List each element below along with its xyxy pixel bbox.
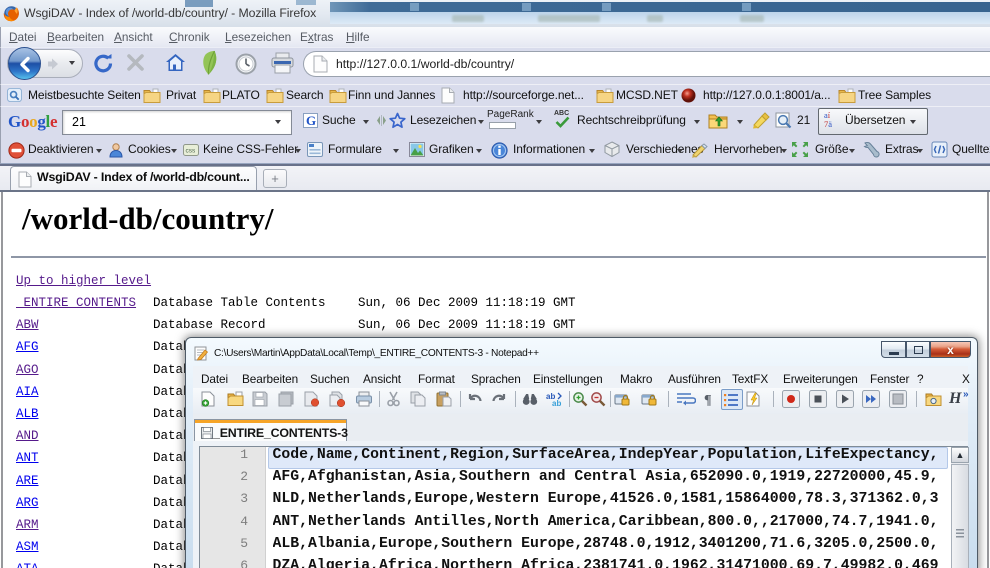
svg-text:ab: ab (552, 399, 561, 407)
svg-text:css: css (186, 148, 197, 155)
svg-text:¶: ¶ (704, 393, 712, 407)
